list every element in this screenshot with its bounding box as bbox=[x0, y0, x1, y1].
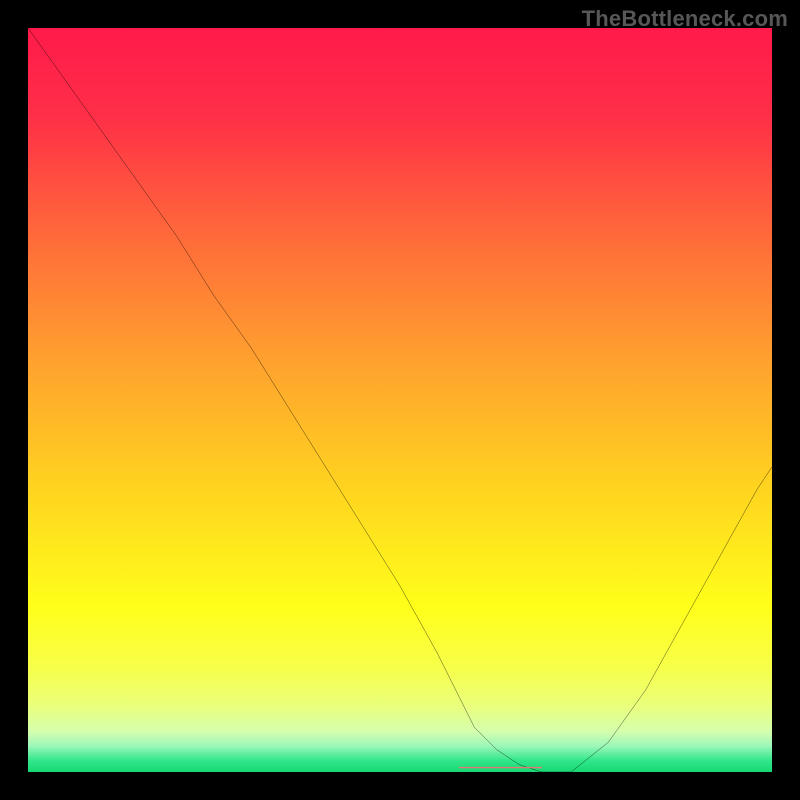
watermark-text: TheBottleneck.com bbox=[582, 6, 788, 32]
chart-frame: TheBottleneck.com bbox=[0, 0, 800, 800]
bottleneck-curve bbox=[28, 28, 772, 772]
plot-area bbox=[28, 28, 772, 772]
